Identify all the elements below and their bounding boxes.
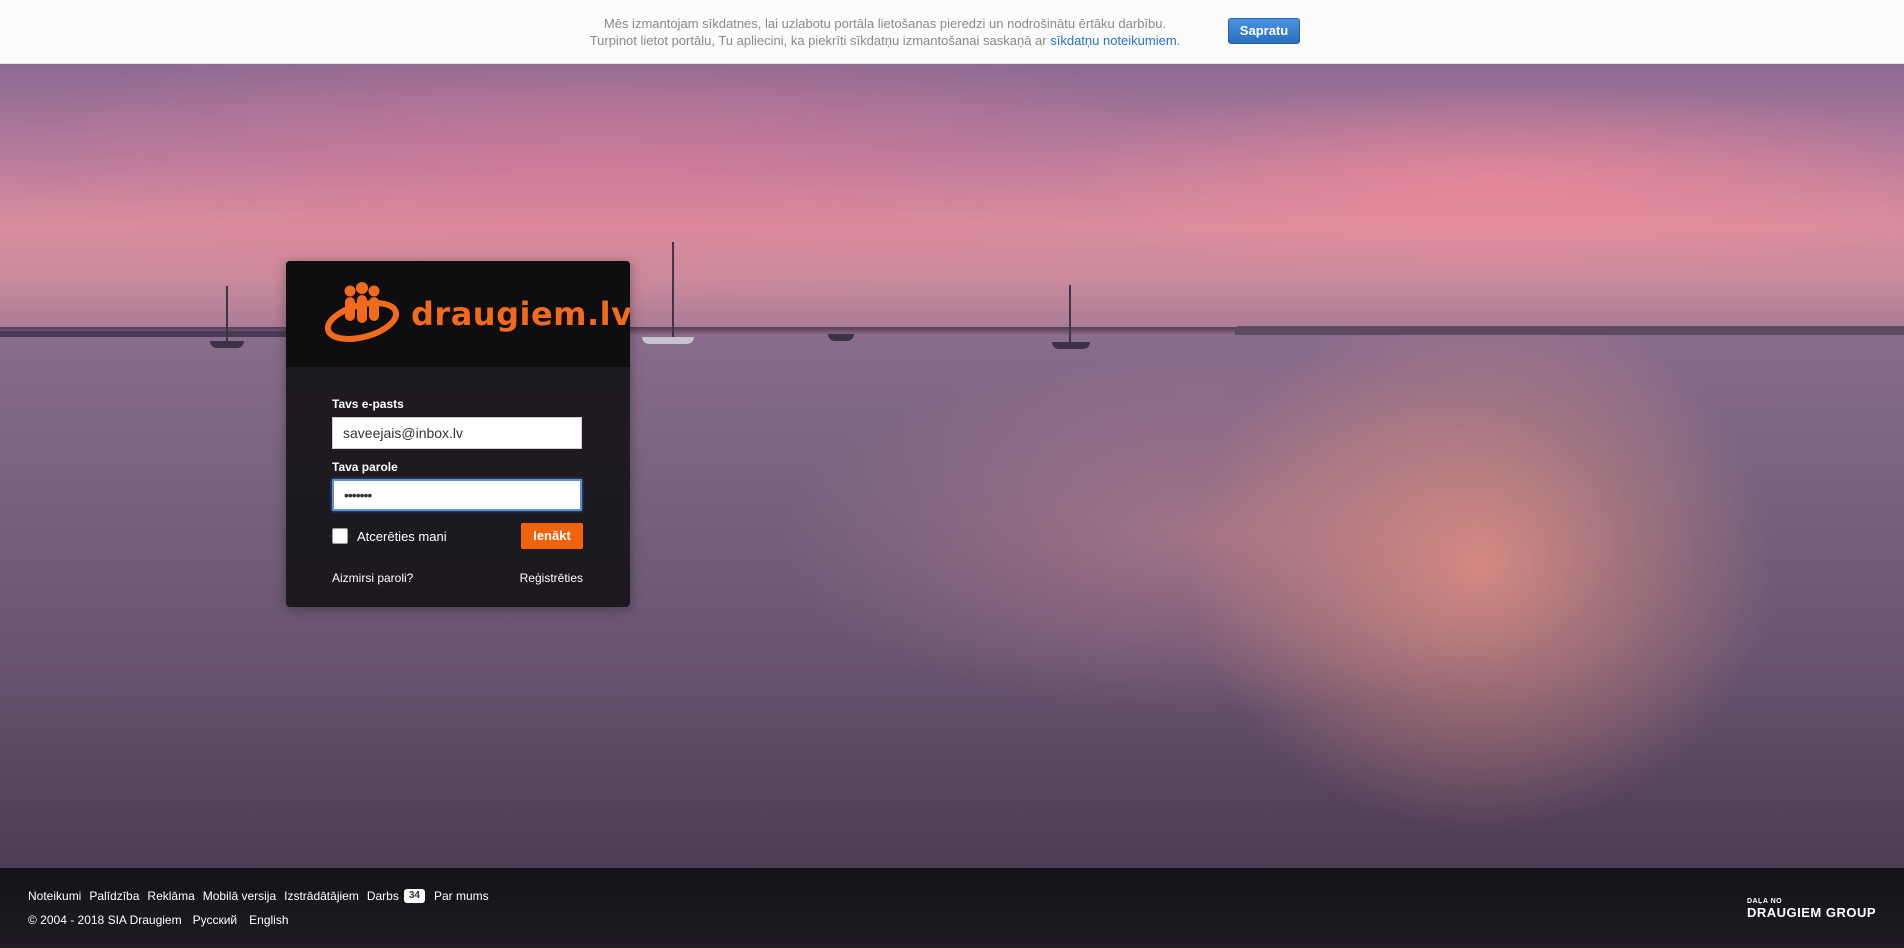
footer-link-jobs[interactable]: Darbs xyxy=(367,889,399,903)
draugiem-logo-text: draugiem.lv xyxy=(411,295,630,333)
footer: Noteikumi Palīdzība Reklāma Mobilā versi… xyxy=(0,868,1904,948)
footer-link-developers[interactable]: Izstrādātājiem xyxy=(284,889,359,903)
password-label: Tava parole xyxy=(332,460,398,474)
email-input[interactable] xyxy=(332,417,582,449)
jobs-count-badge: 34 xyxy=(403,889,425,903)
cookie-message: Mēs izmantojam sīkdatnes, lai uzlabotu p… xyxy=(560,15,1210,49)
sailboat xyxy=(1052,284,1092,349)
footer-nav: Noteikumi Palīdzība Reklāma Mobilā versi… xyxy=(28,889,497,903)
footer-link-mobile[interactable]: Mobilā versija xyxy=(203,889,276,903)
footer-link-help[interactable]: Palīdzība xyxy=(89,889,139,903)
cookie-terms-link[interactable]: sīkdatņu noteikumiem xyxy=(1050,33,1176,48)
small-boat xyxy=(828,325,854,341)
password-input[interactable] xyxy=(332,479,582,511)
email-label: Tavs e-pasts xyxy=(332,397,404,411)
footer-link-terms[interactable]: Noteikumi xyxy=(28,889,81,903)
login-button[interactable]: Ienākt xyxy=(521,523,583,549)
cookie-accept-button[interactable]: Sapratu xyxy=(1228,18,1300,44)
sailboat xyxy=(210,286,246,348)
remember-me-label: Atcerēties mani xyxy=(357,528,447,544)
login-panel: draugiem.lv Tavs e-pasts Tava parole Atc… xyxy=(286,261,630,607)
footer-link-about[interactable]: Par mums xyxy=(434,889,489,903)
remember-me[interactable]: Atcerēties mani xyxy=(332,527,447,545)
cookie-consent-bar: Mēs izmantojam sīkdatnes, lai uzlabotu p… xyxy=(0,0,1904,64)
footer-link-ads[interactable]: Reklāma xyxy=(147,889,194,903)
left-shore xyxy=(0,331,290,337)
checkbox-unchecked-icon[interactable] xyxy=(332,528,348,544)
group-logo-big-text: DRAUGIEM GROUP xyxy=(1746,905,1876,920)
copyright-text: © 2004 - 2018 SIA Draugiem xyxy=(28,913,182,927)
cookie-message-line1: Mēs izmantojam sīkdatnes, lai uzlabotu p… xyxy=(603,16,1167,31)
draugiem-group-logo[interactable]: DAĻA NO DRAUGIEM GROUP xyxy=(1747,897,1876,920)
cookie-message-line2: Turpinot lietot portālu, Tu apliecini, k… xyxy=(589,33,1181,48)
forgot-password-link[interactable]: Aizmirsi paroli? xyxy=(332,571,413,585)
sailboat xyxy=(642,240,696,344)
right-shore xyxy=(1235,326,1904,335)
language-russian-link[interactable]: Русский xyxy=(193,913,238,927)
register-link[interactable]: Reģistrēties xyxy=(520,571,583,585)
language-english-link[interactable]: English xyxy=(249,913,288,927)
footer-copyright-row: © 2004 - 2018 SIA Draugiem Русский Engli… xyxy=(28,913,301,927)
draugiem-people-logo-icon xyxy=(324,282,400,342)
logo-header: draugiem.lv xyxy=(286,261,630,367)
